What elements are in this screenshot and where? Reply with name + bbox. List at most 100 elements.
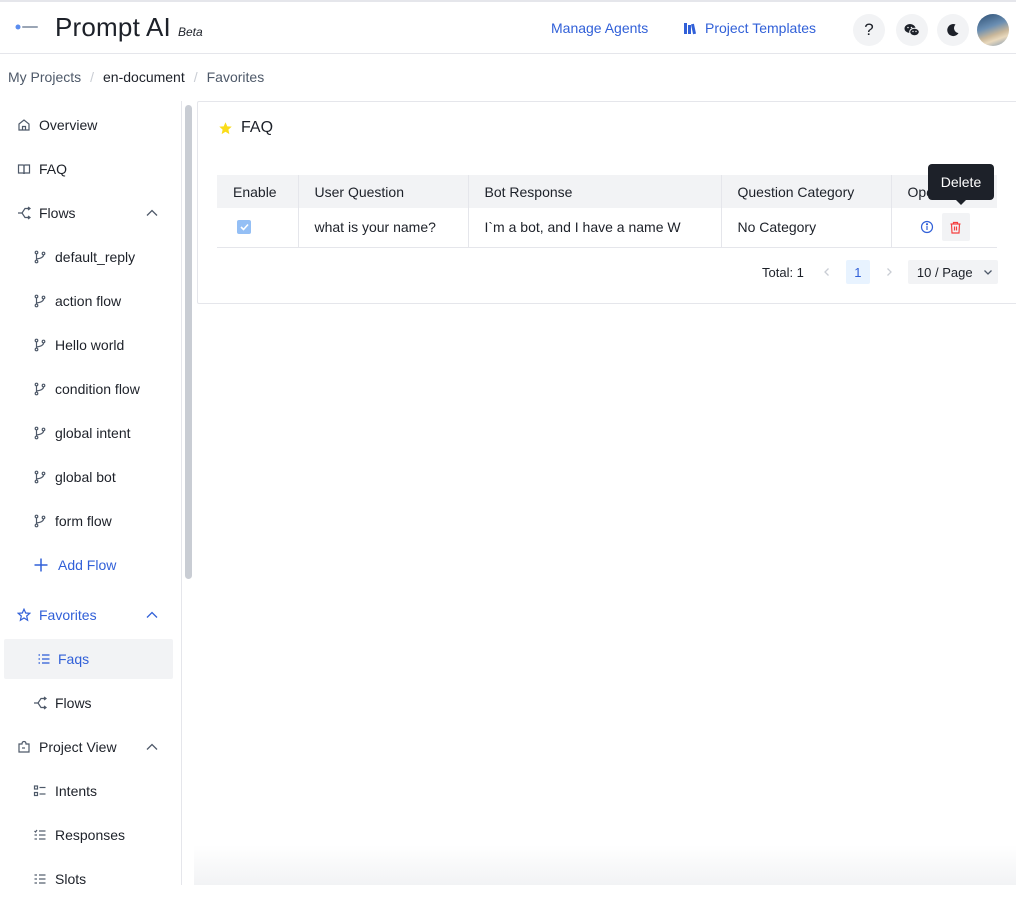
trash-icon xyxy=(950,221,961,234)
branch-icon xyxy=(33,338,47,352)
sidebar-item-flow[interactable]: condition flow xyxy=(0,369,182,409)
next-page-button[interactable] xyxy=(880,265,898,280)
logo-icon xyxy=(15,24,38,30)
sidebar-item-favorites[interactable]: Favorites xyxy=(0,595,182,635)
sidebar-item-flow[interactable]: global bot xyxy=(0,457,182,497)
sidebar-item-flow[interactable]: default_reply xyxy=(0,237,182,277)
delete-tooltip: Delete xyxy=(928,164,994,200)
page-button[interactable]: 1 xyxy=(845,260,870,284)
sidebar-item-responses[interactable]: Responses xyxy=(0,815,182,855)
sidebar-item-label: Favorites xyxy=(39,607,97,623)
sidebar-item-label: Project View xyxy=(39,739,117,755)
chevron-down-icon xyxy=(983,270,992,275)
sidebar-item-label: action flow xyxy=(55,293,122,309)
flow-icon xyxy=(17,206,31,220)
sidebar-item-overview[interactable]: Overview xyxy=(0,105,182,145)
theme-toggle-button[interactable] xyxy=(937,14,969,46)
sidebar-item-label: Flows xyxy=(39,205,76,221)
enable-cell xyxy=(217,208,299,248)
breadcrumb: My Projects / en-document / Favorites xyxy=(8,69,264,85)
sidebar-item-faq[interactable]: FAQ xyxy=(0,149,182,189)
sidebar-item-label: global intent xyxy=(55,425,131,441)
checklist-icon xyxy=(33,784,47,798)
user-avatar[interactable] xyxy=(977,14,1009,46)
library-icon xyxy=(684,23,697,35)
pagination-total: Total: 1 xyxy=(762,264,804,280)
add-flow-button[interactable]: Add Flow xyxy=(0,545,182,585)
ordered-list-icon xyxy=(33,828,47,842)
info-icon xyxy=(920,221,933,234)
sidebar-item-favorite-flows[interactable]: Flows xyxy=(0,683,182,723)
sidebar-item-label: Flows xyxy=(55,695,92,711)
info-button[interactable] xyxy=(920,220,934,234)
branch-icon xyxy=(33,294,47,308)
pagination: Total: 1 1 10 / Page xyxy=(762,260,998,284)
column-header-user-question: User Question xyxy=(298,175,469,208)
enable-checkbox[interactable] xyxy=(237,220,251,235)
brand-name: Prompt AI xyxy=(55,12,171,42)
sidebar-item-intents[interactable]: Intents xyxy=(0,771,182,811)
column-header-question-category: Question Category xyxy=(721,175,892,208)
sidebar-item-flow[interactable]: global intent xyxy=(0,413,182,453)
add-flow-label: Add Flow xyxy=(58,557,117,573)
branch-icon xyxy=(33,470,47,484)
plus-icon xyxy=(33,557,49,573)
chevron-up-icon[interactable] xyxy=(145,740,159,754)
sidebar-item-label: Responses xyxy=(55,827,126,843)
sidebar-item-label: condition flow xyxy=(55,381,140,397)
breadcrumb-my-projects[interactable]: My Projects xyxy=(8,69,81,85)
breadcrumb-separator: / xyxy=(90,69,95,85)
sidebar-item-flow[interactable]: Hello world xyxy=(0,325,182,365)
sidebar-item-flow[interactable]: form flow xyxy=(0,501,182,541)
help-icon: ? xyxy=(864,20,874,39)
breadcrumb-current: Favorites xyxy=(206,69,265,85)
sidebar-item-label: default_reply xyxy=(55,249,136,265)
sidebar-item-flow[interactable]: action flow xyxy=(0,281,182,321)
table-header-row: Enable User Question Bot Response Questi… xyxy=(217,175,997,208)
question-category-cell: No Category xyxy=(721,208,892,248)
breadcrumb-project[interactable]: en-document xyxy=(103,69,185,85)
sidebar-item-label: global bot xyxy=(55,469,116,485)
moon-icon xyxy=(947,24,959,37)
top-header: Prompt AI Beta Manage Agents Project Tem… xyxy=(0,0,1016,54)
sidebar-item-flows[interactable]: Flows xyxy=(0,193,182,233)
delete-button[interactable] xyxy=(941,213,970,242)
breadcrumb-separator: / xyxy=(193,69,198,85)
page-size-select[interactable]: 10 / Page xyxy=(907,260,998,284)
sidebar-scrollbar[interactable] xyxy=(185,105,192,579)
tooltip-arrow xyxy=(955,199,967,205)
sidebar-item-label: Faqs xyxy=(58,651,90,667)
sidebar-item-slots[interactable]: Slots xyxy=(0,859,182,899)
sidebar-item-label: Overview xyxy=(39,117,98,133)
sidebar-item-label: Intents xyxy=(55,783,98,799)
prev-page-button[interactable] xyxy=(818,265,836,280)
puzzle-icon xyxy=(17,740,31,754)
bottom-fade xyxy=(194,845,1016,885)
manage-agents-link[interactable]: Manage Agents xyxy=(551,20,648,36)
chevron-right-icon xyxy=(886,267,892,276)
book-icon xyxy=(17,162,31,176)
chevron-up-icon[interactable] xyxy=(145,206,159,220)
wechat-icon xyxy=(904,24,920,37)
sidebar-item-project-view[interactable]: Project View xyxy=(0,727,182,767)
sidebar-item-label: Hello world xyxy=(55,337,125,353)
bot-response-cell: I`m a bot, and I have a name W xyxy=(468,208,722,248)
operation-cell xyxy=(891,208,997,248)
page-size-value: 10 / Page xyxy=(916,264,973,280)
branch-icon xyxy=(33,250,47,264)
ordered-list-icon xyxy=(33,872,47,886)
project-templates-link[interactable]: Project Templates xyxy=(683,20,816,36)
column-header-bot-response: Bot Response xyxy=(468,175,722,208)
sidebar-item-favorite-faqs[interactable]: Faqs xyxy=(4,639,173,679)
chevron-up-icon[interactable] xyxy=(145,608,159,622)
wechat-button[interactable] xyxy=(896,14,928,46)
user-question-cell: what is your name? xyxy=(298,208,469,248)
branch-icon xyxy=(33,426,47,440)
column-header-enable: Enable xyxy=(217,175,299,208)
check-icon xyxy=(239,224,249,231)
beta-label: Beta xyxy=(178,25,203,39)
sidebar-item-label: form flow xyxy=(55,513,112,529)
help-button[interactable]: ? xyxy=(853,14,885,46)
flow-icon xyxy=(33,696,47,710)
branch-icon xyxy=(33,382,47,396)
